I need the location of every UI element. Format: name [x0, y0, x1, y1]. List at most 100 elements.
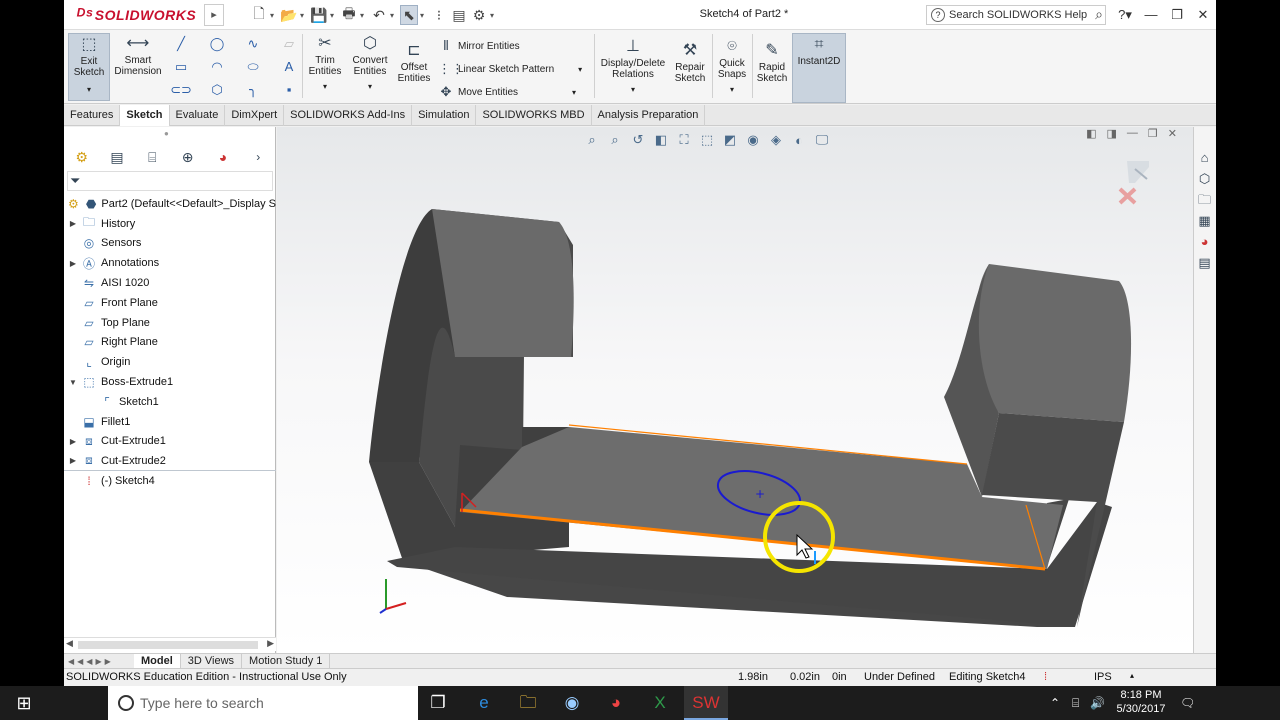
linear-sketch-pattern-button[interactable]: ⋮⋮ Linear Sketch Pattern ▾	[438, 61, 582, 77]
print-icon[interactable]: 🖶	[340, 5, 358, 25]
tab-dimxpert[interactable]: DimXpert	[225, 105, 285, 126]
taskbar-search-input[interactable]: Type here to search	[108, 686, 418, 720]
help-search-input[interactable]: ? Search SOLIDWORKS Help ⌕	[926, 5, 1106, 25]
chevron-down-icon[interactable]: ▾	[578, 65, 582, 74]
configuration-manager-tab-icon[interactable]: ⌸	[135, 149, 170, 166]
exit-sketch-button[interactable]: ⬚ Exit Sketch ▾	[68, 33, 110, 101]
tree-root-part[interactable]: ⚙ ⬣ Part2 (Default<<Default>_Display S	[64, 194, 276, 214]
text-icon[interactable]: A	[278, 59, 300, 74]
expand-arrow-icon[interactable]: ▶	[66, 437, 80, 446]
file-properties-icon[interactable]: ▤	[450, 5, 468, 25]
tree-item-cut-extrude1[interactable]: ▶ ⧈ Cut-Extrude1	[64, 432, 276, 452]
solidworks-logo[interactable]: ᴰˢ SOLIDWORKS	[76, 4, 196, 26]
display-delete-relations-button[interactable]: ⊥ Display/Delete Relations ▾	[598, 36, 668, 100]
tree-item-boss-extrude1[interactable]: ▼ ⬚ Boss-Extrude1	[64, 372, 276, 392]
tab-3d-views[interactable]: 3D Views	[181, 654, 243, 668]
file-explorer-icon[interactable]: 🗀	[1194, 189, 1215, 210]
ellipse-icon[interactable]: ⬭	[242, 59, 264, 75]
chevron-down-icon[interactable]: ▾	[631, 84, 635, 95]
trim-entities-button[interactable]: ✂ Trim Entities ▾	[304, 33, 346, 101]
right-cylinder-face[interactable]	[975, 264, 1132, 422]
chrome-icon[interactable]: ◕	[594, 686, 638, 720]
scroll-right-icon[interactable]: ▶	[267, 638, 274, 649]
expand-arrow-icon[interactable]: ▶	[66, 456, 80, 465]
tab-features[interactable]: Features	[64, 105, 121, 126]
ellipse-center-icon[interactable]: +	[755, 487, 765, 501]
quick-snaps-button[interactable]: ⌾ Quick Snaps ▾	[714, 36, 750, 100]
tab-solidworks-add-ins[interactable]: SOLIDWORKS Add-Ins	[284, 105, 413, 126]
file-explorer-taskbar-icon[interactable]: 🗀	[506, 686, 550, 720]
polygon-icon[interactable]: ⬡	[206, 82, 228, 98]
feature-manager-tab-icon[interactable]: ⚙	[64, 149, 99, 166]
graphics-area[interactable]: ⌕ ⌕ ↺ ◧ ⛶ ⬚ ◩ ◉ ◈ ◐ 🖵 ◧ ◨ — ❐ ✕ x	[277, 127, 1193, 653]
tree-item-origin[interactable]: ⌞ Origin	[64, 352, 276, 372]
property-manager-tab-icon[interactable]: ▤	[99, 149, 134, 166]
tree-filter-input[interactable]: ⏷	[67, 171, 273, 191]
display-manager-tab-icon[interactable]: ◕	[205, 149, 240, 165]
tree-item-fillet1[interactable]: ⬓ Fillet1	[64, 412, 276, 432]
edge-browser-icon[interactable]: e	[462, 686, 506, 720]
chevron-down-icon[interactable]: ▾	[368, 81, 372, 92]
close-icon[interactable]: ✕	[1190, 5, 1216, 25]
panel-grip-icon[interactable]: ●	[164, 129, 169, 138]
repair-sketch-button[interactable]: ⚒ Repair Sketch	[670, 40, 710, 100]
action-center-icon[interactable]: 🗨	[1180, 686, 1195, 720]
collapse-arrow-icon[interactable]: ▼	[66, 378, 80, 387]
chevron-right-icon[interactable]: ›	[241, 150, 276, 164]
arc-icon[interactable]: ◠	[206, 59, 228, 75]
tree-item-sensors[interactable]: ◎ Sensors	[64, 234, 276, 254]
chevron-down-icon[interactable]: ▾	[360, 11, 368, 20]
rebuild-indicator-icon[interactable]: ⁞	[1044, 671, 1047, 683]
tree-item-cut-extrude2[interactable]: ▶ ⧈ Cut-Extrude2	[64, 451, 276, 472]
chevron-down-icon[interactable]: ▾	[330, 11, 338, 20]
move-entities-button[interactable]: ✥ Move Entities ▾	[438, 84, 577, 100]
appearances-icon[interactable]: ◕	[1194, 231, 1215, 252]
tree-item-sketch4[interactable]: ⁞ (-) Sketch4	[64, 471, 276, 491]
tab-solidworks-mbd[interactable]: SOLIDWORKS MBD	[476, 105, 592, 126]
tab-model[interactable]: Model	[134, 654, 181, 668]
scroll-left-icon[interactable]: ◀	[66, 638, 73, 649]
menu-expand-arrow[interactable]: ▸	[204, 4, 224, 26]
chevron-down-icon[interactable]: ▾	[390, 11, 398, 20]
restore-icon[interactable]: ❐	[1164, 5, 1190, 25]
tray-chevron-up-icon[interactable]: ⌃	[1050, 686, 1060, 720]
line-icon[interactable]: ╱	[170, 36, 192, 52]
view-palette-icon[interactable]: ▦	[1194, 210, 1215, 231]
tree-item-front-plane[interactable]: ▱ Front Plane	[64, 293, 276, 313]
tree-item-top-plane[interactable]: ▱ Top Plane	[64, 313, 276, 333]
select-arrow-icon[interactable]: ⬉	[400, 5, 418, 25]
model-part[interactable]	[369, 209, 1132, 627]
search-icon[interactable]: ⌕	[1095, 6, 1103, 23]
options-gear-icon[interactable]: ⚙	[470, 5, 488, 25]
chevron-down-icon[interactable]: ▾	[420, 11, 428, 20]
task-view-icon[interactable]: ❐	[416, 686, 460, 720]
slot-icon[interactable]: ⊂⊃	[170, 82, 192, 98]
left-cylinder-face[interactable]	[432, 209, 574, 357]
expand-arrow-icon[interactable]: ▶	[66, 259, 80, 268]
help-icon[interactable]: ?▾	[1112, 5, 1138, 25]
chevron-up-icon[interactable]: ▴	[1130, 671, 1134, 680]
design-library-icon[interactable]: ⬡	[1194, 168, 1215, 189]
save-icon[interactable]: 💾	[310, 5, 328, 25]
discard-corner-icon[interactable]	[1118, 187, 1137, 205]
custom-properties-icon[interactable]: ▤	[1194, 252, 1215, 273]
tree-item-right-plane[interactable]: ▱ Right Plane	[64, 333, 276, 353]
tab-analysis-preparation[interactable]: Analysis Preparation	[592, 105, 706, 126]
rectangle-icon[interactable]: ▭	[170, 59, 192, 75]
minimize-icon[interactable]: —	[1138, 5, 1164, 25]
solidworks-taskbar-icon[interactable]: SW	[684, 686, 728, 720]
offset-entities-button[interactable]: ⊏ Offset Entities	[394, 40, 434, 100]
chevron-down-icon[interactable]: ▾	[87, 84, 91, 95]
windows-start-icon[interactable]: ⊞	[0, 686, 48, 720]
tab-nav-arrows-icon[interactable]: ◀◀◀▶▶	[64, 657, 134, 666]
new-document-icon[interactable]: 🗋	[250, 5, 268, 25]
tab-simulation[interactable]: Simulation	[412, 105, 477, 126]
scroll-thumb[interactable]	[78, 641, 258, 649]
system-clock[interactable]: 8:18 PM 5/30/2017	[1106, 688, 1176, 716]
open-folder-icon[interactable]: 📂	[280, 5, 298, 25]
tree-horizontal-scrollbar[interactable]: ◀ ▶	[64, 637, 276, 651]
chevron-down-icon[interactable]: ▾	[730, 84, 734, 95]
unit-system-button[interactable]: IPS	[1094, 671, 1112, 683]
excel-icon[interactable]: X	[638, 686, 682, 720]
chevron-down-icon[interactable]: ▾	[270, 11, 278, 20]
